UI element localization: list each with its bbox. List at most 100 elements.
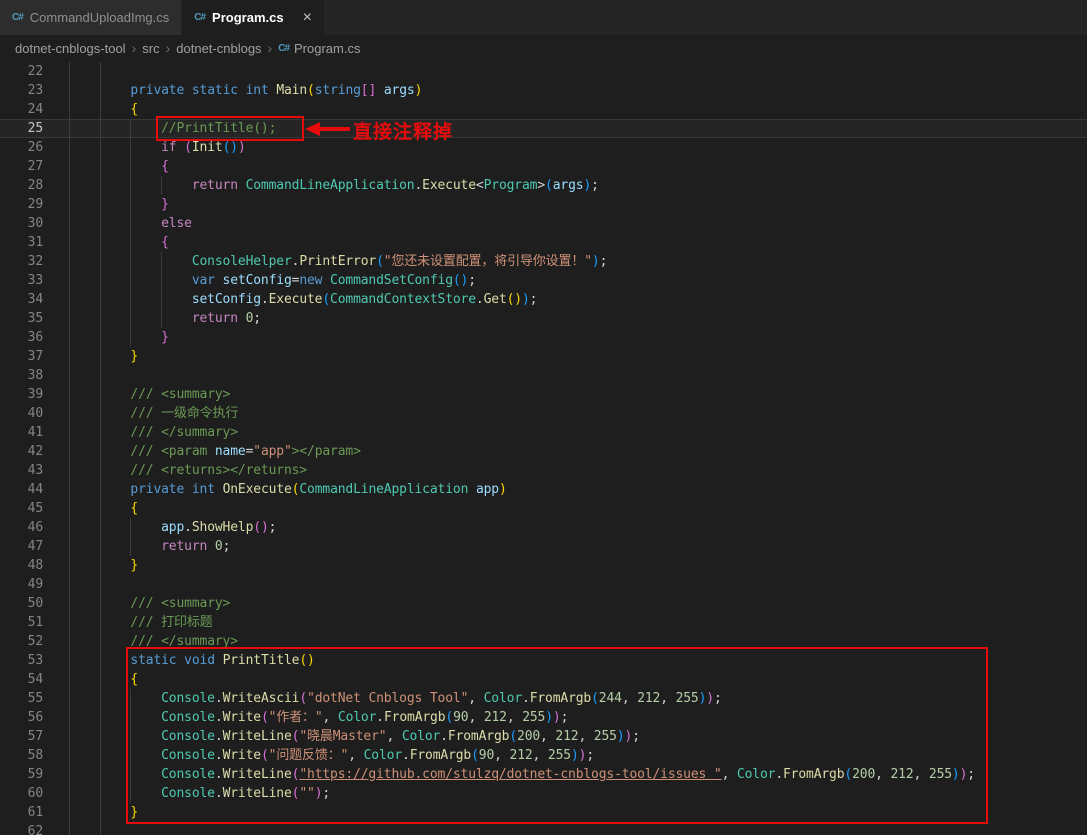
code-line[interactable]: 41 /// </summary>: [0, 423, 1087, 442]
code-text[interactable]: /// <summary>: [43, 385, 230, 404]
code-line[interactable]: 62: [0, 822, 1087, 835]
line-number[interactable]: 62: [0, 822, 44, 835]
code-text[interactable]: {: [43, 233, 169, 252]
code-line[interactable]: 36 }: [0, 328, 1087, 347]
line-number[interactable]: 46: [0, 518, 44, 537]
line-number[interactable]: 52: [0, 632, 44, 651]
code-text[interactable]: }: [43, 328, 169, 347]
code-text[interactable]: /// 一级命令执行: [43, 404, 238, 423]
line-number[interactable]: 31: [0, 233, 44, 252]
breadcrumb-item-project[interactable]: dotnet-cnblogs: [176, 41, 261, 56]
code-line[interactable]: 37 }: [0, 347, 1087, 366]
code-text[interactable]: }: [43, 195, 169, 214]
code-line[interactable]: 40 /// 一级命令执行: [0, 404, 1087, 423]
code-text[interactable]: /// <param name="app"></param>: [43, 442, 360, 461]
code-line[interactable]: 43 /// <returns></returns>: [0, 461, 1087, 480]
code-editor[interactable]: 22 23 private static int Main(string[] ar…: [0, 62, 1087, 835]
line-number[interactable]: 42: [0, 442, 44, 461]
code-text[interactable]: [43, 366, 69, 385]
line-number[interactable]: 50: [0, 594, 44, 613]
code-line[interactable]: 46 app.ShowHelp();: [0, 518, 1087, 537]
code-line[interactable]: 53 static void PrintTitle(): [0, 651, 1087, 670]
code-line[interactable]: 52 /// </summary>: [0, 632, 1087, 651]
line-number[interactable]: 44: [0, 480, 44, 499]
line-number[interactable]: 49: [0, 575, 44, 594]
line-number[interactable]: 58: [0, 746, 44, 765]
line-number[interactable]: 32: [0, 252, 44, 271]
line-number[interactable]: 56: [0, 708, 44, 727]
code-text[interactable]: [43, 822, 69, 835]
line-number[interactable]: 34: [0, 290, 44, 309]
code-line[interactable]: 61 }: [0, 803, 1087, 822]
line-number[interactable]: 59: [0, 765, 44, 784]
code-text[interactable]: {: [43, 100, 138, 119]
code-line[interactable]: 29 }: [0, 195, 1087, 214]
code-text[interactable]: {: [43, 157, 169, 176]
code-text[interactable]: Console.WriteAscii("dotNet Cnblogs Tool"…: [43, 689, 722, 708]
code-line[interactable]: 56 Console.Write("作者：", Color.FromArgb(9…: [0, 708, 1087, 727]
line-number[interactable]: 53: [0, 651, 44, 670]
code-line[interactable]: 59 Console.WriteLine("https://github.com…: [0, 765, 1087, 784]
code-line[interactable]: 44 private int OnExecute(CommandLineAppl…: [0, 480, 1087, 499]
code-text[interactable]: }: [43, 347, 138, 366]
code-text[interactable]: ConsoleHelper.PrintError("您还未设置配置，将引导你设置…: [43, 252, 608, 271]
line-number[interactable]: 23: [0, 81, 44, 100]
code-line[interactable]: 38: [0, 366, 1087, 385]
tab-program[interactable]: C# Program.cs ×: [182, 0, 324, 35]
code-line[interactable]: 60 Console.WriteLine("");: [0, 784, 1087, 803]
line-number[interactable]: 39: [0, 385, 44, 404]
line-number[interactable]: 60: [0, 784, 44, 803]
line-number[interactable]: 57: [0, 727, 44, 746]
code-text[interactable]: //PrintTitle();: [43, 119, 276, 138]
code-line[interactable]: 57 Console.WriteLine("晓晨Master", Color.F…: [0, 727, 1087, 746]
tab-commanduploadimg[interactable]: C# CommandUploadImg.cs: [0, 0, 183, 35]
code-text[interactable]: private static int Main(string[] args): [43, 81, 422, 100]
code-line[interactable]: 34 setConfig.Execute(CommandContextStore…: [0, 290, 1087, 309]
code-text[interactable]: Console.WriteLine("晓晨Master", Color.From…: [43, 727, 640, 746]
code-text[interactable]: /// </summary>: [43, 423, 238, 442]
code-text[interactable]: static void PrintTitle(): [43, 651, 314, 670]
code-line[interactable]: 45 {: [0, 499, 1087, 518]
line-number[interactable]: 41: [0, 423, 44, 442]
code-text[interactable]: else: [43, 214, 192, 233]
code-line[interactable]: 28 return CommandLineApplication.Execute…: [0, 176, 1087, 195]
code-text[interactable]: [43, 575, 69, 594]
code-text[interactable]: setConfig.Execute(CommandContextStore.Ge…: [43, 290, 538, 309]
code-line[interactable]: 24 {: [0, 100, 1087, 119]
code-text[interactable]: return CommandLineApplication.Execute<Pr…: [43, 176, 599, 195]
line-number[interactable]: 54: [0, 670, 44, 689]
code-line[interactable]: 48 }: [0, 556, 1087, 575]
line-number[interactable]: 27: [0, 157, 44, 176]
code-line[interactable]: 49: [0, 575, 1087, 594]
line-number[interactable]: 38: [0, 366, 44, 385]
code-line[interactable]: 33 var setConfig=new CommandSetConfig();: [0, 271, 1087, 290]
code-line[interactable]: 25 //PrintTitle();: [0, 119, 1087, 138]
code-line[interactable]: 39 /// <summary>: [0, 385, 1087, 404]
code-line[interactable]: 55 Console.WriteAscii("dotNet Cnblogs To…: [0, 689, 1087, 708]
line-number[interactable]: 37: [0, 347, 44, 366]
close-icon[interactable]: ×: [303, 9, 312, 26]
line-number[interactable]: 28: [0, 176, 44, 195]
breadcrumb-item-file[interactable]: Program.cs: [294, 41, 360, 56]
code-line[interactable]: 50 /// <summary>: [0, 594, 1087, 613]
code-text[interactable]: /// <returns></returns>: [43, 461, 307, 480]
code-text[interactable]: }: [43, 556, 138, 575]
line-number[interactable]: 55: [0, 689, 44, 708]
line-number[interactable]: 29: [0, 195, 44, 214]
line-number[interactable]: 47: [0, 537, 44, 556]
code-text[interactable]: if (Init()): [43, 138, 246, 157]
line-number[interactable]: 25: [0, 119, 44, 138]
line-number[interactable]: 36: [0, 328, 44, 347]
code-line[interactable]: 35 return 0;: [0, 309, 1087, 328]
code-text[interactable]: {: [43, 670, 138, 689]
line-number[interactable]: 35: [0, 309, 44, 328]
code-line[interactable]: 42 /// <param name="app"></param>: [0, 442, 1087, 461]
code-line[interactable]: 26 if (Init()): [0, 138, 1087, 157]
code-text[interactable]: Console.WriteLine("");: [43, 784, 330, 803]
code-text[interactable]: Console.WriteLine("https://github.com/st…: [43, 765, 975, 784]
line-number[interactable]: 45: [0, 499, 44, 518]
line-number[interactable]: 61: [0, 803, 44, 822]
code-line[interactable]: 54 {: [0, 670, 1087, 689]
line-number[interactable]: 43: [0, 461, 44, 480]
code-line[interactable]: 58 Console.Write("问题反馈：", Color.FromArgb…: [0, 746, 1087, 765]
